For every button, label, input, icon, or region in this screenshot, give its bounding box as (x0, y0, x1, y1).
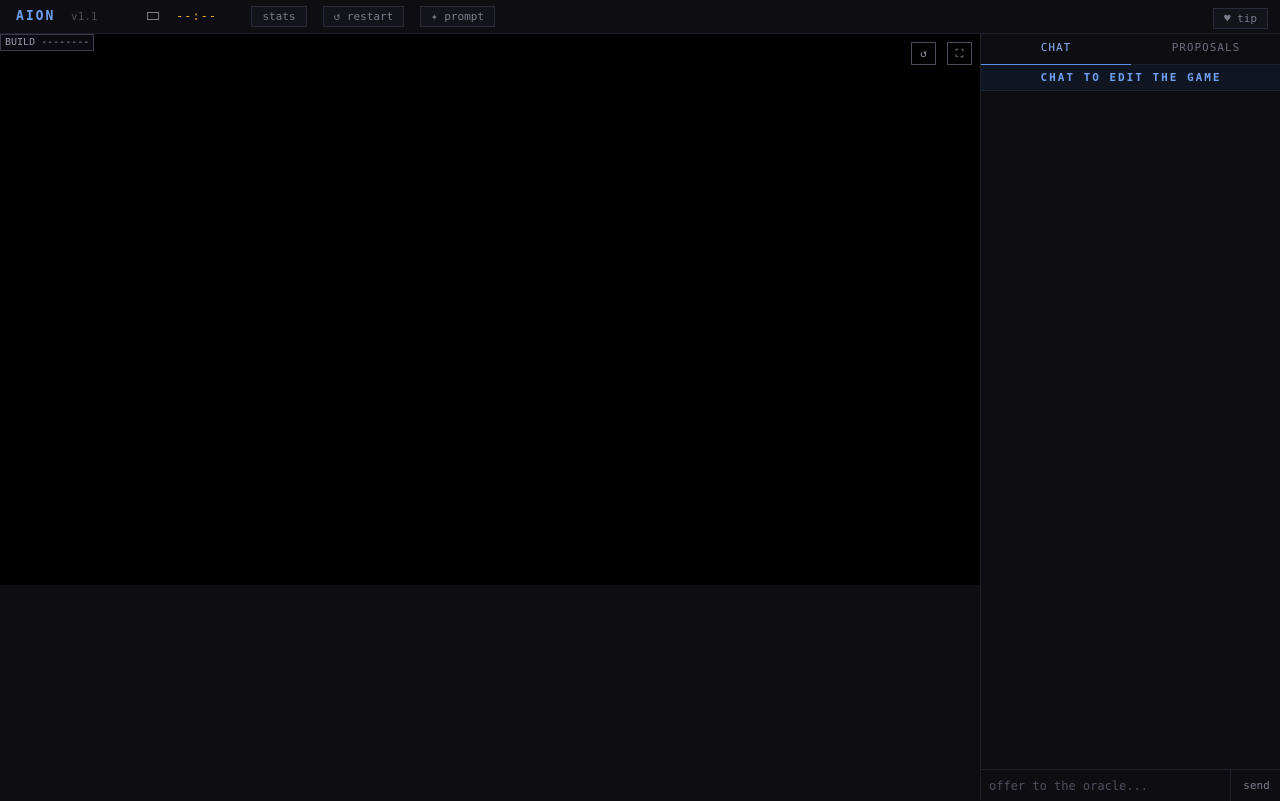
rectangle-icon (147, 12, 159, 20)
top-bar: AION v1.1 --:-- stats ↺ restart ✦ prompt… (0, 0, 1280, 34)
app-version: v1.1 (71, 10, 98, 23)
reload-game-button[interactable]: ↺ (911, 42, 936, 65)
chat-input[interactable] (981, 770, 1229, 801)
chat-message-list[interactable] (981, 91, 1280, 769)
build-label: BUILD -------- (0, 34, 95, 51)
send-button[interactable]: send (1230, 770, 1280, 801)
restart-button[interactable]: ↺ restart (323, 6, 404, 27)
game-canvas[interactable] (0, 34, 980, 585)
fullscreen-button[interactable]: ⛶ (947, 42, 972, 65)
chat-banner: CHAT TO EDIT THE GAME (981, 65, 1280, 91)
app-title: AION (16, 9, 56, 24)
tab-chat[interactable]: CHAT (981, 34, 1131, 66)
chat-sidebar: CHAT PROPOSALS CHAT TO EDIT THE GAME sen… (980, 34, 1280, 801)
fullscreen-icon: ⛶ (955, 47, 964, 60)
tab-proposals[interactable]: PROPOSALS (1131, 34, 1280, 65)
game-lower-panel (0, 585, 980, 800)
prompt-button[interactable]: ✦ prompt (420, 6, 495, 27)
timer-display: --:-- (176, 9, 218, 23)
stats-button[interactable]: stats (251, 6, 307, 27)
reload-icon: ↺ (920, 47, 927, 60)
tip-button[interactable]: ♥ tip (1213, 8, 1268, 29)
chat-input-row: send (981, 769, 1280, 801)
